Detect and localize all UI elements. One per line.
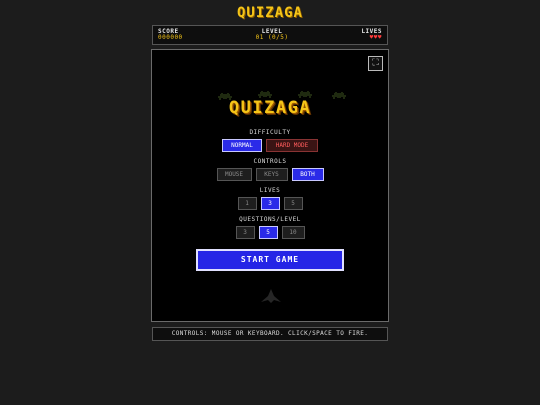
lives-options: 1 3 5 (152, 197, 388, 210)
controls-label: CONTROLS (253, 158, 287, 165)
lives-3-button[interactable]: 3 (260, 197, 280, 210)
controls-hint: CONTROLS: MOUSE OR KEYBOARD. CLICK/SPACE… (152, 327, 388, 341)
score-display: SCORE 000000 (158, 29, 183, 41)
game-logo: QUIZAGA (228, 98, 312, 118)
lives-5-button[interactable]: 5 (283, 197, 303, 210)
heart-icons: ♥♥♥ (369, 34, 382, 41)
questions-5-button[interactable]: 5 (258, 226, 278, 239)
difficulty-label: DIFFICULTY (249, 129, 291, 136)
controls-mouse-button[interactable]: MOUSE (216, 168, 252, 181)
lives-1-button[interactable]: 1 (237, 197, 257, 210)
level-value: 01 (0/5) (255, 34, 289, 41)
lives-display: LIVES ♥♥♥ (361, 29, 382, 41)
controls-keys-button[interactable]: KEYS (255, 168, 288, 181)
controls-options: MOUSE KEYS BOTH (152, 168, 388, 181)
difficulty-hard-button[interactable]: HARD MODE (266, 139, 318, 152)
page-title: QUIZAGA (236, 5, 303, 21)
level-display: LEVEL 01 (0/5) (256, 29, 289, 41)
game-canvas[interactable]: ⛶ QUIZAGA DIFFICULTY NORMAL HARD MODE CO… (151, 49, 389, 322)
difficulty-normal-button[interactable]: NORMAL (222, 139, 262, 152)
difficulty-options: NORMAL HARD MODE (152, 139, 388, 152)
questions-label: QUESTIONS/LEVEL (239, 216, 301, 223)
questions-10-button[interactable]: 10 (281, 226, 305, 239)
controls-both-button[interactable]: BOTH (291, 168, 324, 181)
questions-options: 3 5 10 (152, 226, 388, 239)
questions-3-button[interactable]: 3 (235, 226, 255, 239)
fullscreen-button[interactable]: ⛶ (368, 56, 383, 71)
player-ship-icon (261, 288, 281, 303)
start-game-button[interactable]: START GAME (196, 249, 344, 271)
hud-bar: SCORE 000000 LEVEL 01 (0/5) LIVES ♥♥♥ (152, 25, 388, 45)
fullscreen-icon: ⛶ (372, 58, 379, 68)
score-value: 000000 (158, 34, 183, 41)
lives-setting-label: LIVES (259, 187, 281, 194)
